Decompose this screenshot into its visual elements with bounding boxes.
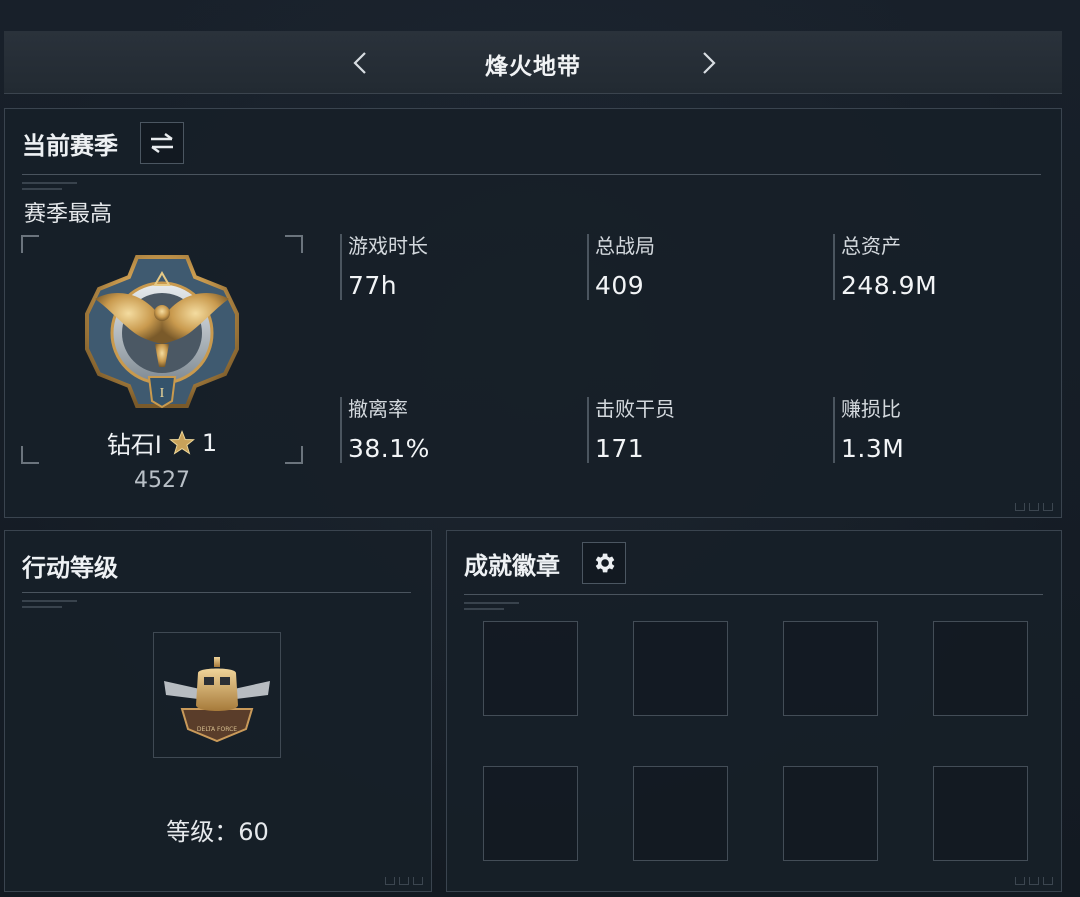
- season-switch-button[interactable]: [140, 122, 184, 164]
- action-level-value: 等级：60: [166, 818, 269, 846]
- rank-title: 钻石I 1: [21, 425, 303, 460]
- achievement-slot[interactable]: [933, 621, 1028, 716]
- stat-profit-loss-ratio: 赚损比 1.3M: [833, 397, 1053, 463]
- action-level-header: 行动等级: [22, 548, 118, 583]
- rank-name-text: 钻石I: [106, 431, 162, 459]
- section-divider: [22, 174, 1041, 175]
- rank-score: 4527: [134, 468, 190, 493]
- current-season-title: 当前赛季: [22, 131, 118, 160]
- chevron-right-icon: [703, 52, 716, 74]
- current-season-header: 当前赛季: [22, 122, 184, 164]
- mode-switcher-bar: 烽火地带: [4, 31, 1062, 94]
- divider-decoration: [464, 602, 519, 614]
- stat-label: 游戏时长: [348, 234, 428, 258]
- divider-decoration: [22, 182, 77, 194]
- frame-bracket: [21, 235, 39, 253]
- panel-corner-decoration: [1015, 877, 1053, 885]
- achievement-slot[interactable]: [633, 766, 728, 861]
- achievement-slot[interactable]: [633, 621, 728, 716]
- swap-arrows-icon: [151, 133, 173, 153]
- star-icon: [168, 429, 195, 455]
- stat-label: 赚损比: [841, 397, 901, 421]
- stat-operators-defeated: 击败干员 171: [587, 397, 807, 463]
- diamond-rank-emblem-icon: I: [85, 255, 239, 409]
- gear-icon: [595, 553, 615, 573]
- achievement-slot[interactable]: [933, 766, 1028, 861]
- achievement-slot[interactable]: [483, 621, 578, 716]
- achievements-settings-button[interactable]: [582, 542, 626, 584]
- section-divider: [22, 592, 411, 593]
- mode-title: 烽火地带: [485, 54, 581, 80]
- next-mode-button[interactable]: [696, 48, 722, 78]
- stat-total-assets: 总资产 248.9M: [833, 234, 1053, 300]
- stat-value: 248.9M: [841, 271, 938, 300]
- achievements-header: 成就徽章: [464, 542, 626, 584]
- stat-play-time: 游戏时长 77h: [340, 234, 560, 300]
- frame-bracket: [285, 235, 303, 253]
- stat-label: 总资产: [841, 234, 901, 258]
- stat-label: 撤离率: [348, 397, 408, 421]
- divider-decoration: [22, 600, 77, 612]
- stat-label: 击败干员: [595, 397, 675, 421]
- stat-value: 1.3M: [841, 434, 905, 463]
- panel-corner-decoration: [385, 877, 423, 885]
- achievement-slot[interactable]: [783, 621, 878, 716]
- action-level-title: 行动等级: [22, 554, 118, 582]
- stat-extraction-rate: 撤离率 38.1%: [340, 397, 560, 463]
- stat-label: 总战局: [595, 234, 655, 258]
- achievements-title: 成就徽章: [464, 551, 560, 580]
- achievement-slot[interactable]: [783, 766, 878, 861]
- stat-value: 409: [595, 271, 645, 300]
- helicopter-level-badge-icon: DELTA FORCE: [164, 657, 270, 743]
- season-best-label: 赛季最高: [24, 202, 113, 227]
- stat-value: 77h: [348, 271, 398, 300]
- stat-value: 38.1%: [348, 434, 430, 463]
- stat-value: 171: [595, 434, 645, 463]
- rank-stars-count: 1: [201, 428, 218, 457]
- action-level-emblem-frame: DELTA FORCE: [153, 632, 281, 758]
- achievement-slot[interactable]: [483, 766, 578, 861]
- svg-text:I: I: [160, 386, 165, 401]
- section-divider: [464, 594, 1043, 595]
- panel-corner-decoration: [1015, 503, 1053, 511]
- svg-text:DELTA FORCE: DELTA FORCE: [197, 726, 237, 733]
- stat-total-matches: 总战局 409: [587, 234, 807, 300]
